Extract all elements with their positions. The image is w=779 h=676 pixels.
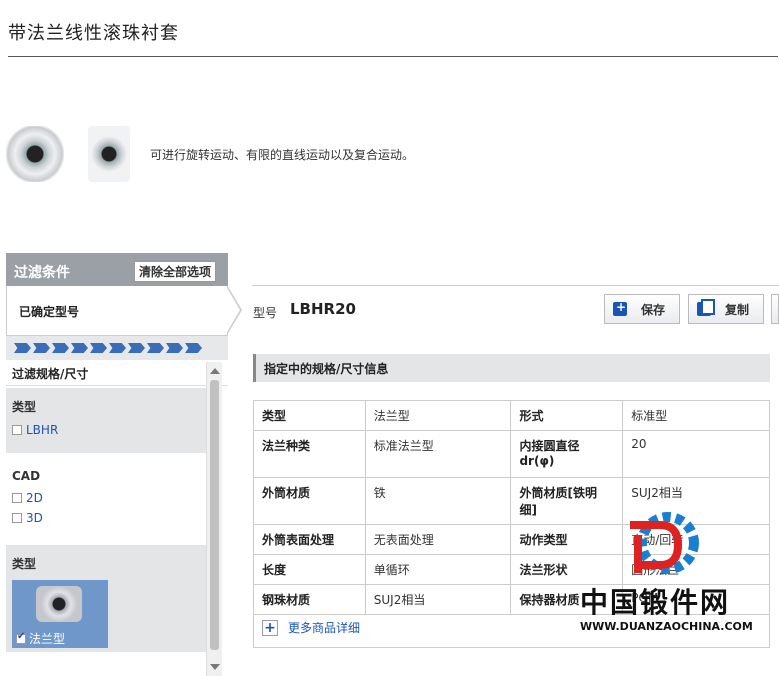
spec-value: 标准型 — [622, 400, 770, 431]
scroll-up-icon[interactable] — [210, 368, 220, 374]
section-label: 类型 — [12, 400, 37, 414]
filter-section-cad: CAD 2D 3D — [6, 459, 212, 541]
progress-arrow — [52, 343, 69, 353]
copy-label: 复制 — [725, 302, 750, 317]
spec-value: 标准法兰型 — [364, 430, 512, 478]
copy-button[interactable]: 复制 — [688, 294, 764, 324]
title-divider — [8, 56, 778, 57]
option-2d[interactable]: 2D — [12, 491, 206, 505]
product-image-flange-round — [6, 126, 64, 182]
checkbox-checked[interactable] — [16, 631, 26, 644]
checkbox[interactable] — [12, 513, 22, 523]
option-label: 2D — [26, 491, 43, 505]
checkbox[interactable] — [12, 425, 22, 435]
save-button[interactable]: 保存 — [604, 294, 680, 324]
spec-key: 外筒表面处理 — [253, 524, 366, 555]
progress-arrow — [71, 343, 88, 353]
filter-sections: 类型 LBHR CAD 2D 3D 类型 法兰型 — [6, 388, 212, 676]
scroll-down-icon[interactable] — [210, 664, 220, 670]
model-label: 型号 — [253, 306, 278, 320]
section-label: CAD — [12, 469, 41, 483]
option-lbhr[interactable]: LBHR — [12, 423, 206, 437]
spec-value: 20 — [622, 430, 770, 478]
filter-scrollbar[interactable] — [206, 362, 222, 676]
option-3d[interactable]: 3D — [12, 511, 206, 525]
spec-key: 内接圆直径 dr(φ) — [510, 430, 624, 478]
page-title: 带法兰线性滚珠衬套 — [8, 23, 179, 44]
save-icon — [613, 300, 627, 316]
option-tile-flange[interactable]: 法兰型 — [12, 580, 108, 648]
spec-key: 外筒材质 — [253, 477, 366, 525]
filter-section-type: 类型 LBHR — [6, 388, 212, 453]
plus-icon: + — [262, 619, 278, 636]
step-arrow — [226, 285, 242, 335]
spec-value: 无表面处理 — [364, 524, 512, 555]
section-label: 类型 — [12, 557, 37, 571]
spec-key: 形式 — [510, 400, 624, 431]
clear-all-button[interactable]: 清除全部选项 — [133, 261, 216, 282]
filter-header-label: 过滤条件 — [14, 265, 70, 281]
spec-value: 铁 — [364, 477, 512, 525]
more-details-label: 更多商品详细 — [288, 621, 361, 635]
product-image-flange-square — [88, 126, 130, 182]
spec-key: 长度 — [253, 554, 366, 585]
spec-section-header: 指定中的规格/尺寸信息 — [253, 354, 770, 382]
spec-key: 类型 — [253, 400, 366, 431]
filter-panel: 过滤条件 清除全部选项 已确定型号 过滤规格/尺寸 类型 LBHR CAD 2D… — [6, 253, 242, 676]
tile-caption: 法兰型 — [16, 630, 65, 647]
checkbox[interactable] — [12, 493, 22, 503]
watermark: 中国锻件网 WWW.DUANZAOCHINA.COM — [580, 505, 770, 635]
confirmed-model-step[interactable]: 已确定型号 — [6, 285, 242, 336]
progress-arrow — [185, 343, 202, 353]
filter-header: 过滤条件 清除全部选项 — [6, 253, 228, 286]
watermark-en: WWW.DUANZAOCHINA.COM — [580, 620, 753, 633]
progress-arrow — [33, 343, 50, 353]
scroll-thumb[interactable] — [210, 380, 219, 650]
save-label: 保存 — [641, 302, 666, 317]
progress-arrow — [109, 343, 126, 353]
progress-arrow — [166, 343, 183, 353]
progress-arrow — [147, 343, 164, 353]
watermark-cn: 中国锻件网 — [580, 586, 731, 619]
table-row: 类型 法兰型 形式 标准型 — [253, 400, 770, 431]
option-label: 法兰型 — [29, 632, 66, 646]
confirmed-model-label: 已确定型号 — [19, 305, 80, 319]
gear-logo-icon — [630, 512, 699, 574]
model-number: LBHR20 — [290, 300, 356, 318]
progress-arrows — [6, 336, 228, 360]
model-divider — [252, 285, 779, 286]
filter-section-type-image: 类型 法兰型 — [6, 545, 212, 652]
progress-arrow — [14, 343, 31, 353]
option-label: 3D — [26, 511, 43, 525]
copy-icon — [697, 299, 715, 316]
progress-arrow — [90, 343, 107, 353]
option-label: LBHR — [26, 423, 59, 437]
spec-value: 法兰型 — [364, 400, 512, 431]
spec-key: 法兰种类 — [253, 430, 366, 478]
product-description: 可进行旋转运动、有限的直线运动以及复合运动。 — [150, 148, 415, 162]
more-toolbar-button[interactable] — [771, 294, 779, 324]
flange-type-image — [36, 586, 82, 622]
progress-arrow — [128, 343, 145, 353]
table-row: 法兰种类 标准法兰型 内接圆直径 dr(φ) 20 — [253, 430, 770, 478]
filter-spec-title: 过滤规格/尺寸 — [6, 360, 228, 386]
spec-value: 单循环 — [364, 554, 512, 585]
